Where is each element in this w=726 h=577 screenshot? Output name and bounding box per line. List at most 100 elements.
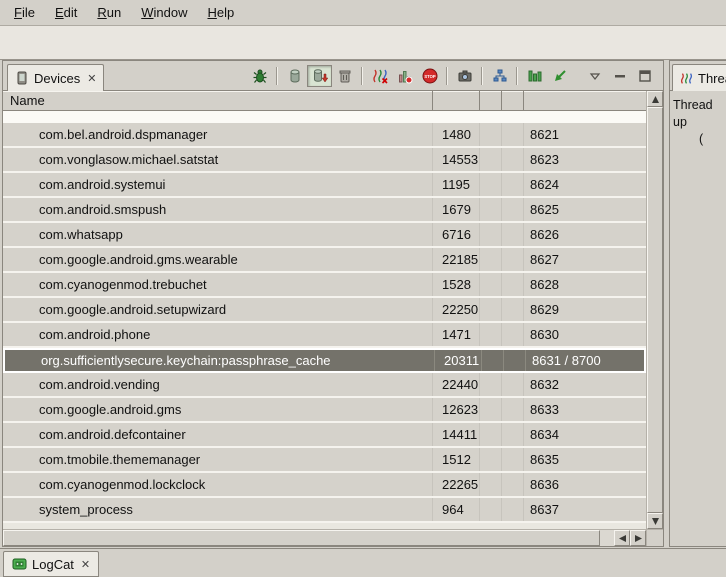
table-row[interactable]: org.sufficientlysecure.keychain:passphra… [3,348,646,373]
tab-logcat[interactable]: LogCat ✕ [3,551,99,577]
threads-message-line2: ( [673,131,723,148]
horizontal-scrollbar[interactable] [3,529,646,546]
partial-row [3,111,646,123]
scroll-left-icon[interactable] [614,530,630,546]
table-row[interactable]: com.bel.android.dspmanager14808621 [3,123,646,148]
cell-empty [502,423,524,446]
cell-name: com.google.android.gms.wearable [3,248,433,271]
cell-pid: 964 [433,498,480,521]
dump-view-hierarchy-icon[interactable] [487,65,512,87]
threads-panel: Threads Thread up ( [669,60,726,547]
table-row[interactable]: com.cyanogenmod.lockclock222658636 [3,473,646,498]
cell-name: com.google.android.gms [3,398,433,421]
cell-empty [502,473,524,496]
minimize-icon[interactable] [607,65,632,87]
table-row[interactable]: com.android.phone14718630 [3,323,646,348]
table-row[interactable]: com.android.vending224408632 [3,373,646,398]
maximize-icon[interactable] [632,65,657,87]
threads-view-header: Threads [670,61,726,91]
ddms-window: File Edit Run Window Help Devices ✕ [0,0,726,577]
systrace-icon[interactable] [522,65,547,87]
cell-port: 8624 [524,173,646,196]
screen-capture-icon[interactable] [452,65,477,87]
menu-file[interactable]: File [4,0,45,25]
column-header-pid[interactable] [433,91,480,110]
threads-message: Thread up ( [670,91,726,154]
cell-name: com.bel.android.dspmanager [3,123,433,146]
cell-pid: 22440 [433,373,480,396]
table-row[interactable]: com.android.systemui11958624 [3,173,646,198]
cell-port: 8636 [524,473,646,496]
column-header-name[interactable]: Name [3,91,433,110]
stop-process-icon[interactable]: STOP [417,65,442,87]
opengl-trace-icon[interactable] [547,65,572,87]
menu-window[interactable]: Window [131,0,197,25]
cell-empty [480,398,502,421]
horizontal-scroll-track[interactable] [3,530,614,546]
start-method-profiling-icon[interactable] [392,65,417,87]
cell-empty [480,173,502,196]
cell-pid: 1679 [433,198,480,221]
dump-hprof-icon[interactable] [307,65,332,87]
cell-empty [502,123,524,146]
scroll-up-icon[interactable] [647,91,663,107]
cell-port: 8633 [524,398,646,421]
cell-pid: 1471 [433,323,480,346]
horizontal-scroll-thumb[interactable] [3,530,600,546]
scroll-down-icon[interactable] [647,513,663,529]
table-row[interactable]: com.google.android.gms.wearable221858627 [3,248,646,273]
cell-name: com.android.systemui [3,173,433,196]
cell-empty [502,173,524,196]
table-row[interactable]: com.whatsapp67168626 [3,223,646,248]
tab-devices[interactable]: Devices ✕ [7,64,104,91]
devices-tab-icon [15,71,29,85]
cell-port: 8628 [524,273,646,296]
table-row[interactable]: com.vonglasow.michael.satstat145538623 [3,148,646,173]
menu-run[interactable]: Run [87,0,131,25]
table-row[interactable]: system_process9648637 [3,498,646,523]
cell-pid: 14553 [433,148,480,171]
cell-empty [502,298,524,321]
devices-view-header: Devices ✕ [3,61,663,91]
cell-name: org.sufficientlysecure.keychain:passphra… [5,350,435,371]
devices-tab-label: Devices [34,71,80,86]
toolbar-separator [481,67,483,85]
cell-name: com.android.defcontainer [3,423,433,446]
menu-edit[interactable]: Edit [45,0,87,25]
cause-gc-icon[interactable] [332,65,357,87]
tab-threads[interactable]: Threads [672,64,726,91]
table-row[interactable]: com.google.android.gms126238633 [3,398,646,423]
table-row[interactable]: com.tmobile.thememanager15128635 [3,448,646,473]
table-row[interactable]: com.cyanogenmod.trebuchet15288628 [3,273,646,298]
update-threads-icon[interactable] [367,65,392,87]
vertical-scrollbar[interactable] [646,91,663,529]
table-row[interactable]: com.google.android.setupwizard222508629 [3,298,646,323]
close-icon[interactable]: ✕ [85,72,96,85]
close-icon[interactable]: ✕ [79,558,90,571]
debug-process-icon[interactable] [247,65,272,87]
scroll-right-icon[interactable] [630,530,646,546]
cell-pid: 6716 [433,223,480,246]
cell-port: 8634 [524,423,646,446]
table-row[interactable]: com.android.defcontainer144118634 [3,423,646,448]
update-heap-icon[interactable] [282,65,307,87]
table-row[interactable]: com.android.smspush16798625 [3,198,646,223]
cell-pid: 22265 [433,473,480,496]
cell-name: com.android.vending [3,373,433,396]
column-header-port[interactable] [524,91,646,110]
column-header-3[interactable] [502,91,524,110]
cell-port: 8635 [524,448,646,471]
process-table-body: com.bel.android.dspmanager14808621com.vo… [3,123,646,523]
vertical-scroll-thumb[interactable] [647,107,663,513]
cell-empty [502,223,524,246]
cell-name: com.cyanogenmod.trebuchet [3,273,433,296]
cell-name: com.google.android.setupwizard [3,298,433,321]
cell-empty [502,148,524,171]
cell-empty [502,448,524,471]
column-header-2[interactable] [480,91,502,110]
cell-pid: 1512 [433,448,480,471]
menu-help[interactable]: Help [197,0,244,25]
cell-empty [502,323,524,346]
cell-pid: 22185 [433,248,480,271]
view-menu-icon[interactable] [582,65,607,87]
